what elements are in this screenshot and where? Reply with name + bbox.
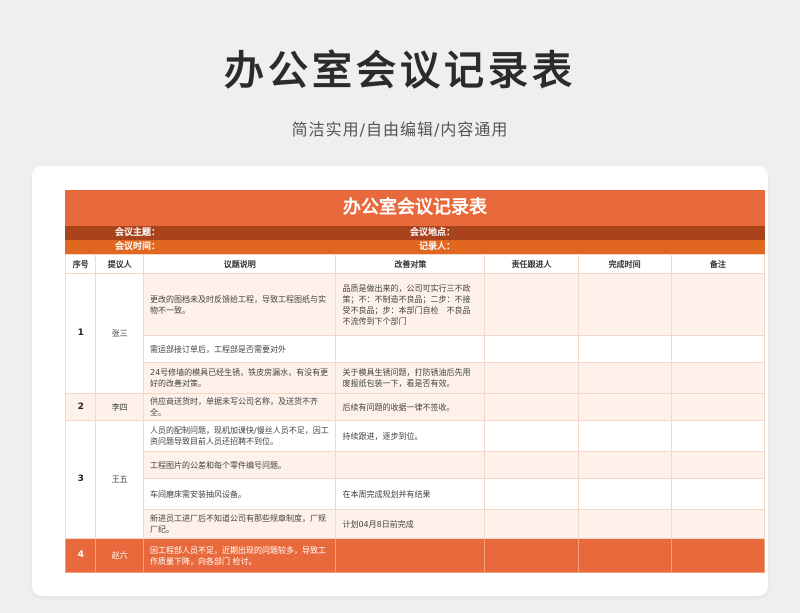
meeting-sheet: 办公室会议记录表 会议主题： 会议地点： 会议时间： 记录人： 序号 提议人 议…: [65, 190, 765, 580]
header-cell: 责任跟进人: [484, 254, 579, 274]
measure-cell[interactable]: 品质是做出来的，公司可实行三不政策；不：不制造不良品；二步：不接受不良品；步：本…: [335, 273, 486, 336]
measure-cell[interactable]: 持续跟进，逐步到位。: [335, 420, 486, 452]
time-label: 会议时间：: [114, 242, 160, 252]
due-cell[interactable]: [577, 478, 672, 510]
owner-cell[interactable]: [484, 335, 579, 363]
table-row: 3 王五 人员的配制问题，现机加课快/慢丝人员不足，因工资问题导致目前人员还招聘…: [65, 420, 765, 539]
owner-cell[interactable]: [484, 451, 579, 479]
note-cell[interactable]: [670, 393, 765, 421]
owner-cell[interactable]: [484, 509, 579, 539]
table-row: 需运部接订单后，工程部是否需要对外: [66, 335, 765, 363]
issue-cell[interactable]: 人员的配制问题，现机加课快/慢丝人员不足，因工资问题导致目前人员还招聘不到位。: [142, 420, 337, 452]
topic-label: 会议主题：: [114, 228, 160, 238]
page-subtitle: 简洁实用/自由编辑/内容通用: [291, 120, 509, 139]
header-cell: 提议人: [95, 254, 144, 274]
table-row: 工程图片的公差和每个零件编号问题。: [66, 451, 765, 479]
table-row: 1 张三 更改的图档未及时反馈给工程，导致工程图纸与实物不一致。 品质是做出来的…: [65, 273, 765, 394]
due-cell[interactable]: [577, 362, 672, 394]
table-row: 新进员工进厂后不知道公司有那些规章制度，厂规厂纪。 计划04月8日前完成: [66, 509, 765, 539]
note-cell[interactable]: [670, 451, 765, 479]
header-cell: 备注: [670, 254, 765, 274]
measure-cell[interactable]: [335, 451, 486, 479]
due-cell[interactable]: [577, 335, 672, 363]
proposer: 赵六: [95, 538, 144, 573]
header-cell: 改善对策: [335, 254, 486, 274]
place-label: 会议地点：: [409, 228, 455, 238]
measure-cell[interactable]: 后续有问题的收据一律不签收。: [335, 393, 486, 421]
table-row: 24号修墙的模具已经生锈，铁皮房漏水，有没有更好的改善对策。 关于模具生锈问题，…: [66, 362, 765, 394]
due-cell[interactable]: [577, 538, 672, 573]
measure-cell[interactable]: [335, 335, 486, 363]
owner-cell[interactable]: [484, 538, 579, 573]
note-cell[interactable]: [670, 478, 765, 510]
due-cell[interactable]: [577, 509, 672, 539]
owner-cell[interactable]: [484, 273, 579, 336]
owner-cell[interactable]: [484, 362, 579, 394]
header-row: 序号 提议人 议题说明 改善对策 责任跟进人 完成时间 备注: [65, 254, 765, 274]
due-cell[interactable]: [577, 451, 672, 479]
due-cell[interactable]: [577, 420, 672, 452]
due-cell[interactable]: [577, 393, 672, 421]
page-title: 办公室会议记录表: [224, 48, 576, 94]
sheet-title: 办公室会议记录表: [65, 190, 765, 226]
issue-cell[interactable]: 更改的图档未及时反馈给工程，导致工程图纸与实物不一致。: [142, 273, 337, 336]
note-cell[interactable]: [670, 362, 765, 394]
table-row: 车间磨床需安装抽风设备。 在本周完成规划并有结果: [66, 478, 765, 510]
row-number: 1: [65, 273, 97, 394]
row-number: 2: [65, 393, 97, 421]
preview-card: 办公室会议记录表 会议主题： 会议地点： 会议时间： 记录人： 序号 提议人 议…: [32, 166, 768, 596]
proposer: 王五: [95, 420, 144, 539]
recorder-label: 记录人：: [418, 242, 455, 252]
minutes-table: 序号 提议人 议题说明 改善对策 责任跟进人 完成时间 备注 1 张三 更改的图…: [65, 254, 765, 573]
measure-cell[interactable]: 关于模具生锈问题，打防锈油后先用废报纸包装一下，看是否有效。: [335, 362, 486, 394]
header-cell: 序号: [65, 254, 97, 274]
row-number: 4: [65, 538, 97, 573]
due-cell[interactable]: [577, 273, 672, 336]
note-cell[interactable]: [670, 273, 765, 336]
issue-cell[interactable]: 车间磨床需安装抽风设备。: [142, 478, 337, 510]
measure-cell[interactable]: 在本周完成规划并有结果: [335, 478, 486, 510]
owner-cell[interactable]: [484, 478, 579, 510]
owner-cell[interactable]: [484, 393, 579, 421]
note-cell[interactable]: [670, 538, 765, 573]
note-cell[interactable]: [670, 420, 765, 452]
meta-row-topic: 会议主题： 会议地点：: [65, 226, 765, 240]
owner-cell[interactable]: [484, 420, 579, 452]
issue-cell[interactable]: 24号修墙的模具已经生锈，铁皮房漏水，有没有更好的改善对策。: [142, 362, 337, 394]
note-cell[interactable]: [670, 335, 765, 363]
issue-cell[interactable]: 工程图片的公差和每个零件编号问题。: [142, 451, 337, 479]
issue-cell[interactable]: 供应商送货时，单据未写公司名称，及送货不齐全。: [142, 393, 337, 421]
table-row-selected: 4 赵六 因工程部人员不足，近期出现的问题较多，导致工作质量下降，向各部门 检讨…: [65, 538, 765, 573]
row-number: 3: [65, 420, 97, 539]
header-cell: 完成时间: [577, 254, 672, 274]
meta-row-time: 会议时间： 记录人：: [65, 240, 765, 254]
proposer: 李四: [95, 393, 144, 421]
table-row: 2 李四 供应商送货时，单据未写公司名称，及送货不齐全。 后续有问题的收据一律不…: [65, 393, 765, 421]
issue-cell[interactable]: 因工程部人员不足，近期出现的问题较多，导致工作质量下降，向各部门 检讨。: [142, 538, 337, 573]
measure-cell[interactable]: 计划04月8日前完成: [335, 509, 486, 539]
issue-cell[interactable]: 需运部接订单后，工程部是否需要对外: [142, 335, 337, 363]
note-cell[interactable]: [670, 509, 765, 539]
proposer: 张三: [95, 273, 144, 394]
header-cell: 议题说明: [142, 254, 337, 274]
issue-cell[interactable]: 新进员工进厂后不知道公司有那些规章制度，厂规厂纪。: [142, 509, 337, 539]
measure-cell[interactable]: [335, 538, 486, 573]
